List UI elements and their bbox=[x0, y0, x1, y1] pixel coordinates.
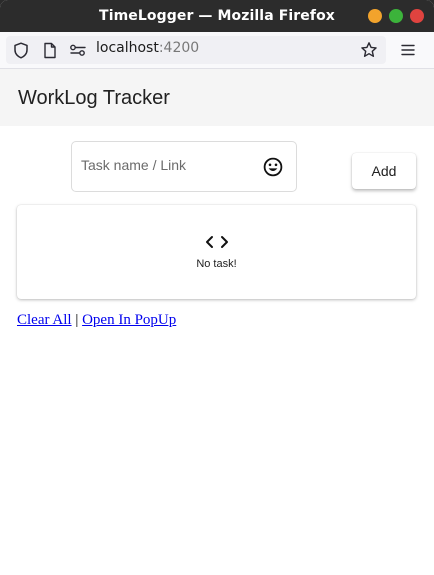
url-port: :4200 bbox=[158, 40, 200, 56]
add-task-button[interactable]: Add bbox=[352, 153, 416, 189]
footer-links: Clear All | Open In PopUp bbox=[17, 312, 176, 329]
minimize-button[interactable] bbox=[368, 9, 382, 23]
empty-state-text: No task! bbox=[196, 258, 237, 270]
code-icon bbox=[205, 235, 229, 249]
open-in-popup-link[interactable]: Open In PopUp bbox=[82, 312, 176, 328]
task-input[interactable] bbox=[81, 155, 251, 175]
url-host: localhost bbox=[96, 40, 159, 56]
clear-all-link[interactable]: Clear All bbox=[17, 312, 72, 328]
window-title: TimeLogger — Mozilla Firefox bbox=[99, 8, 335, 24]
app-title: WorkLog Tracker bbox=[18, 87, 170, 109]
bookmark-star-icon[interactable] bbox=[360, 41, 378, 59]
app-header: WorkLog Tracker bbox=[0, 69, 434, 126]
browser-window: TimeLogger — Mozilla Firefox localhost:4… bbox=[0, 0, 434, 575]
link-separator: | bbox=[71, 312, 83, 328]
window-titlebar[interactable]: TimeLogger — Mozilla Firefox bbox=[0, 0, 434, 32]
page-icon[interactable] bbox=[41, 41, 59, 59]
close-button[interactable] bbox=[410, 9, 424, 23]
url-text[interactable]: localhost:4200 bbox=[96, 40, 199, 56]
smiley-icon[interactable] bbox=[262, 156, 284, 178]
shield-icon[interactable] bbox=[12, 41, 30, 59]
browser-toolbar: localhost:4200 bbox=[0, 32, 434, 69]
page-content: WorkLog Tracker Add No task! bbox=[0, 69, 434, 575]
task-input-container[interactable] bbox=[71, 141, 297, 192]
task-list-card: No task! bbox=[17, 205, 416, 299]
maximize-button[interactable] bbox=[389, 9, 403, 23]
permissions-icon[interactable] bbox=[69, 41, 87, 59]
hamburger-menu-icon[interactable] bbox=[399, 41, 417, 59]
